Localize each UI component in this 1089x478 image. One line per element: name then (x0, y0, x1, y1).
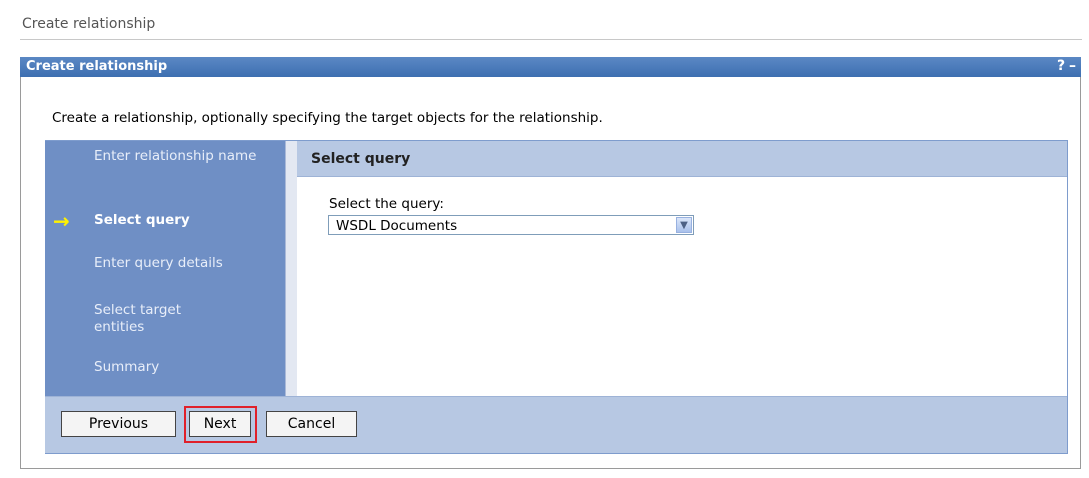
step-enter-query-details[interactable]: Enter query details (94, 255, 264, 272)
query-label: Select the query: (329, 196, 444, 212)
chevron-down-icon[interactable]: ▼ (676, 217, 692, 233)
query-select[interactable]: WSDL Documents ▼ (328, 215, 694, 235)
portlet-title-bar: Create relationship ? – (20, 57, 1081, 77)
step-summary[interactable]: Summary (94, 359, 264, 376)
page-title: Create relationship (22, 16, 156, 32)
title-divider (20, 39, 1082, 40)
previous-button[interactable]: Previous (61, 411, 176, 437)
content-heading: Select query (311, 151, 411, 167)
help-icon[interactable]: ? (1057, 58, 1065, 74)
step-enter-relationship-name[interactable]: Enter relationship name (94, 148, 264, 165)
next-button[interactable]: Next (189, 411, 251, 437)
portlet-title: Create relationship (26, 59, 168, 74)
step-select-query[interactable]: Select query (94, 212, 264, 229)
cancel-button[interactable]: Cancel (266, 411, 357, 437)
content-header: Select query (297, 141, 1067, 177)
current-step-arrow-icon: → (53, 209, 70, 233)
step-select-target-entities[interactable]: Select target entities (94, 302, 214, 336)
query-select-value: WSDL Documents (336, 218, 458, 234)
intro-text: Create a relationship, optionally specif… (52, 110, 603, 126)
steps-divider (285, 141, 297, 396)
minimize-icon[interactable]: – (1069, 58, 1076, 74)
